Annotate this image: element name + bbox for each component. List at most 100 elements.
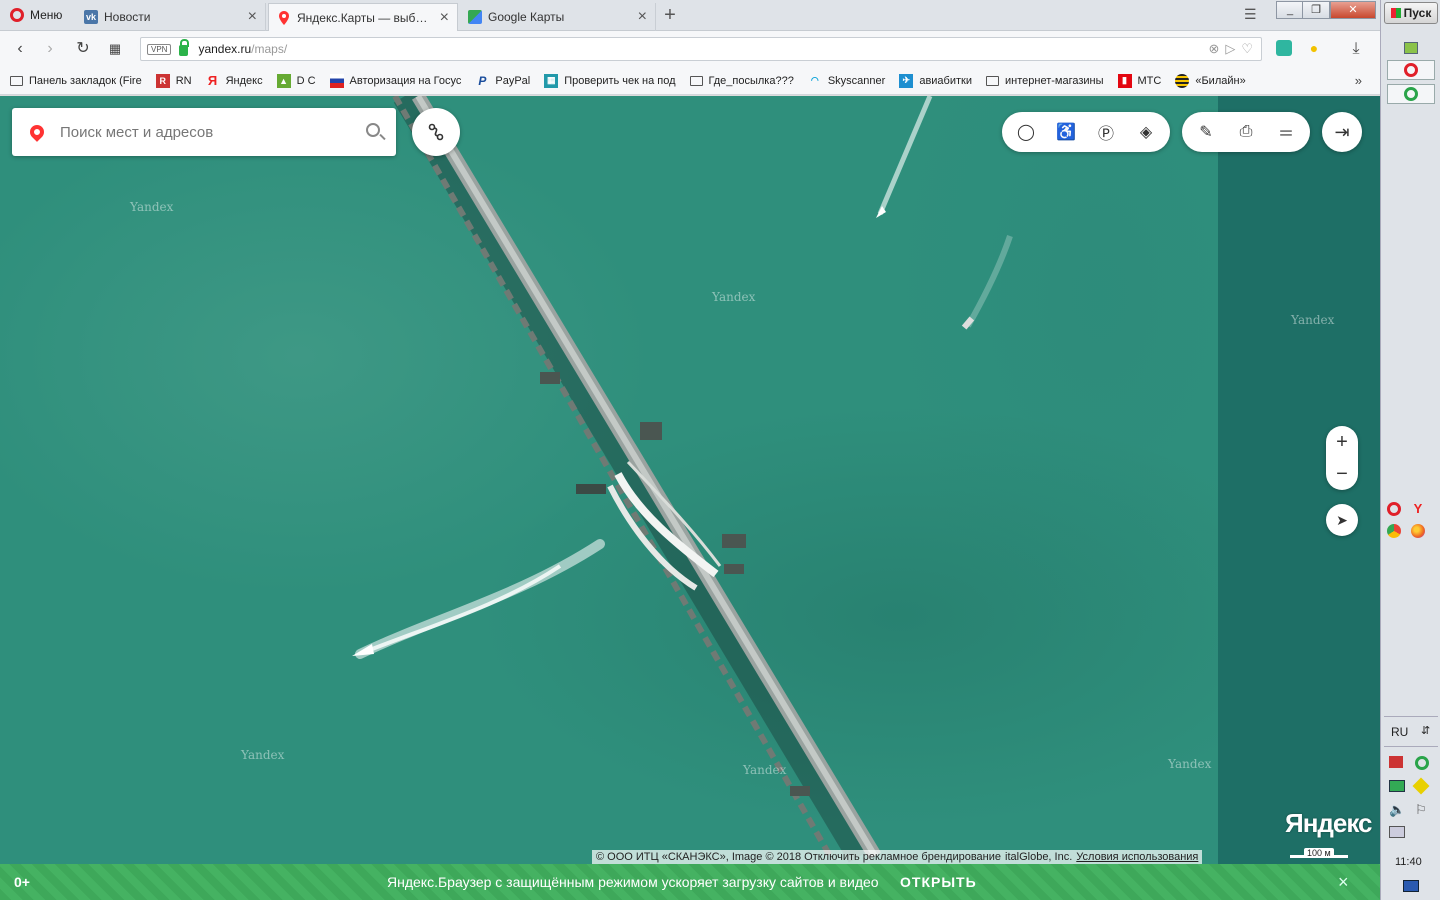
tab-bar: Меню vk Новости × Яндекс.Карты — выбирай… (0, 0, 1380, 31)
back-button[interactable]: ‹ (10, 39, 30, 59)
boat (352, 644, 374, 656)
input-switch-icon[interactable]: ⇵ (1421, 724, 1430, 737)
bookmark-item[interactable]: ▦ Проверить чек на под (544, 73, 676, 88)
lock-icon[interactable] (179, 39, 190, 56)
nvidia-icon[interactable] (1389, 780, 1405, 792)
watermark: Yandex (241, 748, 285, 762)
close-tab-icon[interactable]: × (638, 9, 647, 25)
firefox-icon[interactable] (1411, 524, 1425, 538)
download-icon[interactable]: ⤓ (1346, 39, 1366, 59)
construction-barge (540, 372, 560, 384)
taskbar-opera[interactable] (1387, 60, 1435, 80)
tray-app-icon[interactable] (1389, 756, 1403, 768)
opera-logo-icon (10, 8, 24, 22)
tab-menu-icon[interactable]: ☰ (1244, 6, 1257, 23)
send-icon[interactable]: ▷ (1225, 41, 1235, 57)
watermark: Yandex (743, 763, 787, 777)
map-view[interactable]: Yandex Yandex Yandex Yandex Yandex Yande… (0, 96, 1380, 900)
terms-link[interactable]: Условия использования (1076, 850, 1198, 864)
menu-icon[interactable]: ＝ (1266, 112, 1306, 152)
vpn-badge[interactable]: VPN (147, 43, 172, 55)
beeline-icon (1175, 73, 1190, 88)
search-icon[interactable] (366, 123, 380, 137)
folder-icon (10, 75, 23, 86)
traffic-icon[interactable]: ◯ (1006, 112, 1046, 152)
bookmark-item[interactable]: «Билайн» (1175, 73, 1246, 88)
clear-url-icon[interactable]: ⊗ (1208, 41, 1219, 57)
start-label: Пуск (1403, 6, 1432, 20)
show-desktop-icon[interactable] (1403, 880, 1419, 892)
bookmark-item[interactable]: ▮ МТС (1117, 73, 1161, 88)
promo-open-button[interactable]: ОТКРЫТЬ (900, 874, 977, 890)
tray-app-icon[interactable] (1415, 756, 1429, 770)
dc-icon: ▲ (276, 73, 291, 88)
parking-icon[interactable]: Ⓟ (1086, 112, 1126, 152)
bookmarks-more-icon[interactable]: » (1355, 73, 1362, 88)
forward-button[interactable]: › (40, 39, 60, 59)
bookmark-item[interactable]: ◠ Skyscanner (808, 74, 885, 88)
search-input[interactable] (60, 123, 350, 141)
gosuslugi-icon (329, 73, 344, 88)
geolocation-button[interactable]: ➤ (1326, 504, 1358, 536)
speed-dial-icon[interactable]: ▦ (105, 39, 125, 59)
reload-icon[interactable]: ↻ (73, 39, 93, 59)
quicklaunch-icon[interactable] (1387, 38, 1435, 58)
login-button[interactable]: ⇥ (1322, 112, 1362, 152)
close-tab-icon[interactable]: × (248, 9, 257, 25)
bookmark-label: Проверить чек на под (564, 74, 676, 87)
bookmark-item[interactable]: R RN (155, 73, 192, 88)
network-icon[interactable] (1389, 826, 1405, 838)
bookmark-item[interactable]: Авторизация на Госус (329, 73, 461, 88)
url-path: /maps/ (251, 42, 288, 56)
attribution-text: © ООО ИТЦ «СКАНЭКС», Image © 2018 Отключ… (596, 851, 1002, 863)
mts-icon: ▮ (1117, 73, 1132, 88)
extension-icon[interactable] (1276, 40, 1292, 56)
tab-news[interactable]: vk Новости × (76, 3, 266, 31)
bookmark-item[interactable]: Панель закладок (Fire (10, 75, 142, 87)
vk-icon: vk (84, 10, 98, 24)
zoom-in-button[interactable]: + (1326, 426, 1358, 458)
opera-tray-icon[interactable] (1387, 502, 1401, 516)
bookmark-heart-icon[interactable]: ♡ (1241, 41, 1253, 57)
print-icon[interactable]: ⎙ (1226, 112, 1266, 152)
yandex-browser-icon[interactable]: Y (1411, 502, 1425, 516)
panorama-icon[interactable]: ♿ (1046, 112, 1086, 152)
bookmark-item[interactable]: P PayPal (475, 74, 530, 88)
start-button[interactable]: Пуск (1384, 2, 1438, 24)
tray-app-icon[interactable] (1412, 777, 1430, 795)
bookmark-item[interactable]: Где_посылка??? (689, 75, 794, 87)
tab-google-maps[interactable]: Google Карты × (460, 3, 656, 31)
url-field[interactable]: VPN yandex.ru /maps/ ⊗ ▷ ♡ (140, 37, 1262, 61)
action-center-flag-icon[interactable]: ⚐ (1415, 802, 1427, 818)
construction-barge (724, 564, 744, 574)
volume-icon[interactable]: 🔈 (1389, 802, 1405, 818)
language-indicator[interactable]: RU (1391, 725, 1408, 739)
taskbar-app[interactable] (1387, 84, 1435, 104)
layers-icon[interactable]: ◈ (1126, 112, 1166, 152)
lightbulb-icon[interactable]: ● (1306, 40, 1322, 56)
chrome-icon[interactable] (1387, 524, 1401, 538)
ruler-icon[interactable]: ✎ (1186, 112, 1226, 152)
deep-water-area (1218, 96, 1380, 900)
bookmark-label: «Билайн» (1195, 74, 1246, 87)
new-tab-button[interactable]: + (660, 4, 680, 26)
close-window-button[interactable]: ✕ (1330, 1, 1376, 19)
bookmark-item[interactable]: Я Яндекс (206, 73, 263, 88)
browser-menu-button[interactable]: Меню (4, 4, 68, 26)
bookmark-label: D C (296, 74, 316, 87)
tab-title: Google Карты (488, 10, 565, 24)
route-button[interactable] (412, 108, 460, 156)
close-tab-icon[interactable]: × (440, 9, 449, 26)
bookmark-label: Панель закладок (Fire (29, 74, 142, 87)
search-box (12, 108, 396, 156)
maximize-button[interactable]: ❐ (1302, 1, 1330, 19)
clock[interactable]: 11:40 (1395, 856, 1422, 868)
login-icon: ⇥ (1334, 121, 1350, 142)
bookmark-item[interactable]: ✈ авиабитки (899, 73, 972, 88)
minimize-button[interactable]: _ (1276, 1, 1304, 19)
tab-yandex-maps[interactable]: Яндекс.Карты — выбирайте × (268, 3, 458, 31)
bookmark-item[interactable]: интернет-магазины (986, 75, 1104, 87)
bookmark-item[interactable]: ▲ D C (276, 73, 316, 88)
zoom-out-button[interactable]: − (1326, 458, 1358, 490)
promo-close-icon[interactable]: × (1338, 872, 1349, 893)
